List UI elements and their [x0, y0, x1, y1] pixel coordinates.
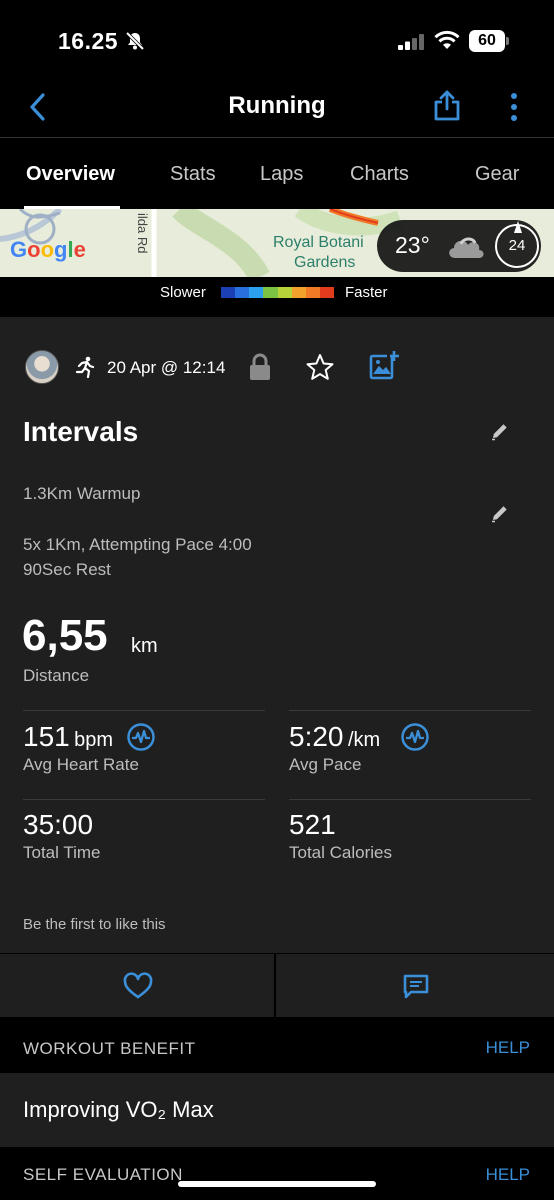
pace-color-swatch: [277, 287, 292, 298]
comment-button[interactable]: [278, 954, 554, 1018]
pace-color-swatch: [319, 287, 334, 298]
total-calories-label: Total Calories: [289, 843, 392, 862]
bell-off-icon: [124, 30, 146, 57]
share-icon[interactable]: [432, 88, 462, 127]
like-button[interactable]: [0, 954, 276, 1018]
divider: [23, 799, 265, 800]
distance-label: Distance: [23, 666, 90, 685]
tab-gear[interactable]: Gear: [475, 163, 519, 186]
running-icon: [74, 356, 96, 383]
pace-color-swatch: [291, 287, 306, 298]
pace-color-swatch: [249, 287, 264, 298]
pace-legend: Slower Faster: [0, 277, 554, 317]
heart-rate-value: 151: [23, 721, 70, 752]
activity-description: 1.3Km Warmup 5x 1Km, Attempting Pace 4:0…: [23, 484, 252, 579]
heart-rate-chart-icon[interactable]: [126, 722, 156, 757]
workout-benefit-value: Improving VO₂ Max: [23, 1097, 214, 1122]
tab-laps[interactable]: Laps: [260, 163, 303, 186]
workout-benefit-header: WORKOUT BENEFIT HELP: [0, 1017, 554, 1073]
tab-charts[interactable]: Charts: [350, 163, 409, 186]
map-road-label: ilda Rd: [135, 213, 150, 254]
add-photo-icon[interactable]: [368, 350, 400, 387]
distance-unit: km: [131, 635, 158, 657]
total-calories-value: 521: [289, 809, 336, 840]
edit-title-icon[interactable]: [490, 421, 510, 446]
avatar[interactable]: [25, 350, 59, 384]
status-bar: 16.25 60: [0, 0, 554, 80]
activity-title: Intervals: [23, 416, 139, 447]
activity-date: 20 Apr @ 12:14: [107, 358, 226, 377]
workout-benefit-help-link[interactable]: HELP: [486, 1038, 530, 1058]
pace-color-swatch: [235, 287, 250, 298]
weather-badge: 23° 24: [377, 220, 541, 272]
lock-icon[interactable]: [248, 352, 272, 387]
legend-faster-label: Faster: [345, 284, 388, 301]
wifi-icon: [434, 30, 460, 55]
workout-benefit-row[interactable]: Improving VO₂ Max: [0, 1073, 554, 1147]
stat-total-calories: 521 Total Calories: [289, 809, 392, 863]
route-map[interactable]: Google ilda Rd Royal Botani Gardens 23° …: [0, 209, 554, 277]
home-indicator: [178, 1181, 376, 1187]
heart-icon: [122, 972, 154, 1005]
total-time-label: Total Time: [23, 843, 101, 862]
pace-unit: /km: [347, 729, 381, 751]
status-time: 16.25: [58, 28, 119, 54]
nav-bar: Running: [0, 80, 554, 138]
tab-bar: Overview Stats Laps Charts Gear: [0, 139, 554, 209]
self-evaluation-help-link[interactable]: HELP: [486, 1165, 530, 1185]
pace-color-swatch: [263, 287, 278, 298]
map-place-label: Royal Botani Gardens: [273, 234, 364, 271]
pace-color-swatch: [221, 287, 236, 298]
comment-icon: [401, 972, 431, 1007]
pace-color-scale: [221, 287, 334, 298]
battery-indicator: 60: [469, 30, 509, 52]
activity-card: 20 Apr @ 12:14 Intervals 1.3Km Warmup 5x…: [0, 317, 554, 1018]
workout-benefit-title: WORKOUT BENEFIT: [23, 1039, 196, 1058]
tab-stats[interactable]: Stats: [170, 163, 216, 186]
divider: [289, 799, 531, 800]
pace-label: Avg Pace: [289, 755, 362, 774]
wind-direction-icon: [514, 220, 522, 238]
legend-slower-label: Slower: [160, 284, 206, 301]
social-actions: [0, 953, 554, 1018]
self-evaluation-header: SELF EVALUATION HELP: [0, 1147, 554, 1200]
google-logo: Google: [10, 237, 86, 262]
divider: [289, 710, 531, 711]
star-icon[interactable]: [305, 352, 335, 387]
stat-total-time: 35:00 Total Time: [23, 809, 100, 863]
more-options-icon[interactable]: [508, 92, 520, 127]
activity-meta: 20 Apr @ 12:14: [0, 350, 554, 390]
stat-pace: 5:20 /km Avg Pace: [289, 721, 380, 775]
self-evaluation-title: SELF EVALUATION: [23, 1165, 183, 1184]
pace-value: 5:20: [289, 721, 344, 752]
weather-temperature: 23°: [395, 232, 430, 258]
heart-rate-label: Avg Heart Rate: [23, 755, 139, 774]
battery-level: 60: [469, 30, 505, 52]
cellular-signal-icon: [398, 34, 426, 55]
page-title: Running: [228, 92, 326, 119]
edit-description-icon[interactable]: [490, 503, 510, 528]
total-time-value: 35:00: [23, 809, 94, 840]
cloud-icon: [445, 232, 487, 265]
divider: [23, 710, 265, 711]
distance-value: 6,55: [22, 611, 108, 660]
stat-heart-rate: 151 bpm Avg Heart Rate: [23, 721, 139, 775]
likes-text: Be the first to like this: [23, 916, 166, 933]
pace-color-swatch: [305, 287, 320, 298]
pace-chart-icon[interactable]: [400, 722, 430, 757]
heart-rate-unit: bpm: [74, 729, 114, 751]
tab-overview[interactable]: Overview: [26, 163, 115, 186]
